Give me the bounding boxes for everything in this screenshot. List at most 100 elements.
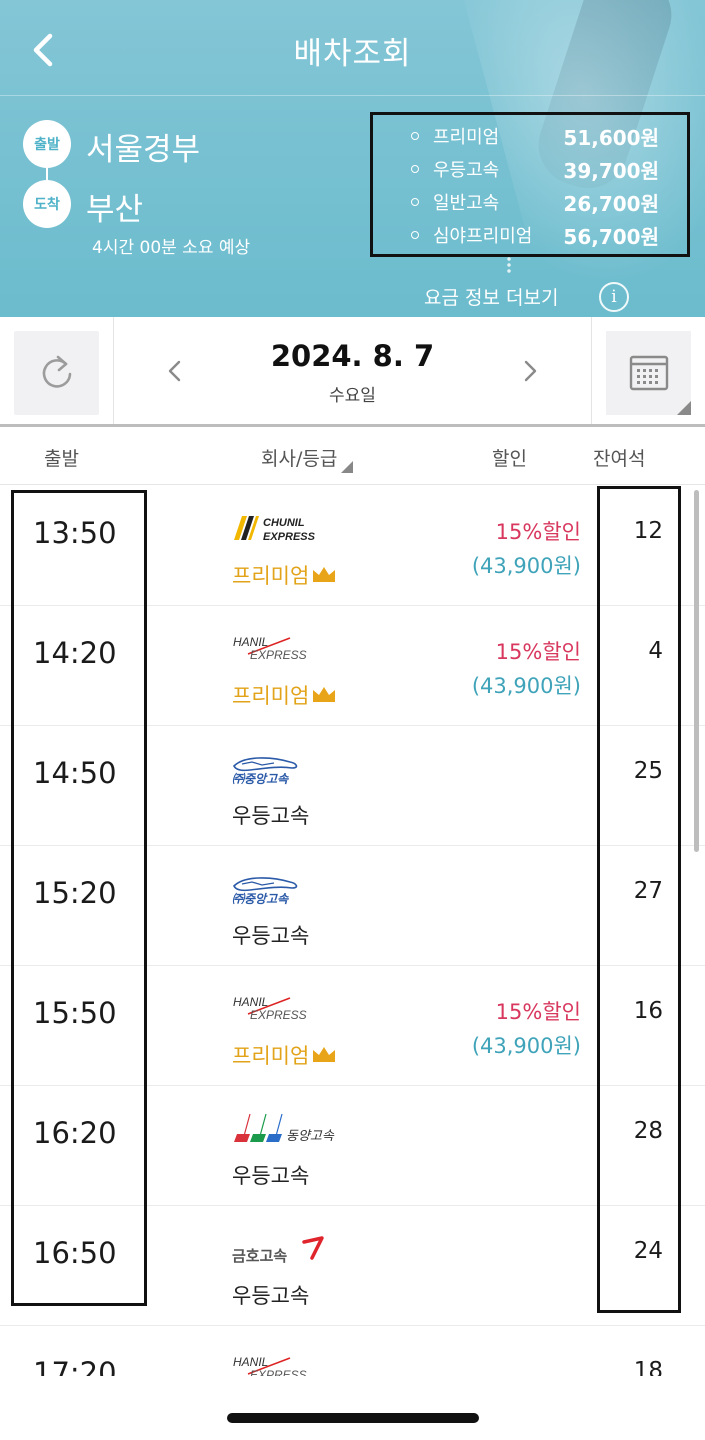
remaining-seats: 25 [633, 758, 663, 784]
logo-text: ㈜중앙고속 [232, 772, 289, 786]
depart-time: 17:20 [33, 1356, 117, 1376]
bottom-safe-area [0, 1376, 705, 1440]
depart-time: 13:50 [33, 516, 117, 550]
remaining-seats: 28 [633, 1118, 663, 1144]
depart-badge: 출발 [23, 120, 71, 168]
depart-time: 15:50 [33, 996, 117, 1030]
fare-row: 우등고속 39,700원 [373, 154, 687, 187]
fare-price: 39,700원 [563, 159, 659, 183]
divider [591, 317, 592, 424]
dropdown-corner-icon [677, 401, 691, 415]
date-selector: 2024. 8. 7 수요일 [0, 317, 705, 427]
chevron-right-icon [524, 360, 537, 382]
schedule-row[interactable]: 15:50 HANIL EXPRESS 프리미엄 15%할인 (43,900원)… [0, 966, 705, 1086]
fare-price: 26,700원 [563, 192, 659, 216]
fare-grade: 심야프리미엄 [433, 226, 533, 247]
logo-text: 동양고속 [286, 1129, 335, 1144]
next-date-button[interactable] [518, 353, 542, 389]
fare-row: 프리미엄 51,600원 [373, 121, 687, 154]
logo-line-1: CHUNIL [263, 517, 305, 529]
schedule-row[interactable]: 13:50 CHUNIL EXPRESS 프리미엄 15%할인 (43,900원… [0, 486, 705, 606]
bullet-icon [411, 231, 419, 239]
travel-duration: 4시간 00분 소요 예상 [92, 238, 251, 258]
discount-rate: 15%할인 [495, 640, 581, 664]
logo-text: ㈜중앙고속 [232, 892, 289, 906]
bus-grade: 우등고속 [232, 1284, 310, 1308]
depart-time: 15:20 [33, 876, 117, 910]
logo-line-1: HANIL [233, 995, 268, 1009]
column-header-company[interactable]: 회사/등급 [261, 444, 354, 473]
depart-time: 14:50 [33, 756, 117, 790]
column-header-depart: 출발 [44, 448, 79, 470]
column-header-discount: 할인 [492, 448, 527, 470]
home-indicator[interactable] [227, 1413, 479, 1423]
fare-grade: 프리미엄 [433, 127, 500, 148]
schedule-row[interactable]: 14:50 ㈜중앙고속 우등고속 25 [0, 726, 705, 846]
discounted-price: (43,900원) [471, 674, 581, 698]
fare-row: 심야프리미엄 56,700원 [373, 220, 687, 253]
remaining-seats: 18 [633, 1358, 663, 1376]
logo-line-1: HANIL [233, 1355, 268, 1369]
crown-icon [313, 687, 336, 702]
selected-date: 2024. 8. 7 [270, 339, 435, 373]
hanil-express-logo: HANIL EXPRESS [233, 995, 307, 1022]
sort-icon [341, 461, 354, 473]
column-header-company-label: 회사/등급 [261, 448, 338, 470]
jungang-express-logo: ㈜중앙고속 [232, 877, 298, 906]
depart-time: 16:20 [33, 1116, 117, 1150]
crown-icon [313, 567, 336, 582]
info-icon[interactable]: i [599, 282, 629, 312]
logo-line-1: HANIL [233, 635, 268, 649]
bus-grade: 프리미엄 [232, 560, 337, 590]
route-connector [46, 168, 48, 180]
top-bar: 배차조회 [0, 0, 705, 95]
fare-info-more-link[interactable]: 요금 정보 더보기 [424, 283, 558, 310]
page-title: 배차조회 [293, 36, 412, 72]
calendar-icon [629, 355, 668, 391]
schedule-row[interactable]: 16:50 금호고속 우등고속 24 [0, 1206, 705, 1326]
discounted-price: (43,900원) [471, 1034, 581, 1058]
crown-icon [313, 1047, 336, 1062]
list-scrollbar[interactable] [694, 490, 699, 852]
schedule-list: 13:50 CHUNIL EXPRESS 프리미엄 15%할인 (43,900원… [0, 486, 705, 1376]
logo-line-2: EXPRESS [250, 1368, 307, 1376]
bus-grade: 프리미엄 [232, 680, 337, 710]
schedule-row[interactable]: 15:20 ㈜중앙고속 우등고속 27 [0, 846, 705, 966]
schedule-row[interactable]: 16:20 동양고속 우등고속 28 [0, 1086, 705, 1206]
bus-grade-label: 프리미엄 [232, 1044, 310, 1068]
bus-grade: 우등고속 [232, 1164, 310, 1188]
fare-price: 56,700원 [563, 225, 659, 249]
fare-summary: 프리미엄 51,600원 우등고속 39,700원 일반고속 26,700원 심… [370, 112, 690, 257]
remaining-seats: 27 [633, 878, 663, 904]
schedule-row[interactable]: 14:20 HANIL EXPRESS 프리미엄 15%할인 (43,900원)… [0, 606, 705, 726]
bullet-icon [411, 198, 419, 206]
bus-grade: 우등고속 [232, 804, 310, 828]
discount-rate: 15%할인 [495, 1000, 581, 1024]
route-header: 배차조회 출발 도착 서울경부 부산 4시간 00분 소요 예상 프리미엄 51… [0, 0, 705, 317]
discount-rate: 15%할인 [495, 520, 581, 544]
kumho-express-logo: 금호고속 [232, 1236, 324, 1265]
bus-grade-label: 프리미엄 [232, 564, 310, 588]
selected-weekday: 수요일 [329, 386, 376, 406]
bus-grade-label: 프리미엄 [232, 684, 310, 708]
bullet-icon [411, 165, 419, 173]
fare-grade: 일반고속 [433, 193, 500, 214]
list-header: 출발 회사/등급 할인 잔여석 [0, 427, 705, 485]
logo-text: 금호고속 [232, 1247, 287, 1265]
column-header-seats: 잔여석 [593, 448, 646, 470]
arrive-city: 부산 [86, 192, 144, 228]
logo-line-2: EXPRESS [250, 1008, 307, 1022]
calendar-button[interactable] [606, 331, 691, 415]
jungang-express-logo: ㈜중앙고속 [232, 757, 298, 786]
remaining-seats: 16 [633, 998, 663, 1024]
more-dots-icon [507, 256, 511, 274]
schedule-row[interactable]: 17:20 HANIL EXPRESS 18 [0, 1326, 705, 1376]
remaining-seats: 12 [633, 518, 663, 544]
bus-grade: 프리미엄 [232, 1040, 337, 1070]
bus-grade: 우등고속 [232, 924, 310, 948]
hanil-express-logo: HANIL EXPRESS [233, 635, 307, 662]
arrive-badge: 도착 [23, 180, 71, 228]
logo-line-2: EXPRESS [263, 531, 316, 543]
dongyang-express-logo: 동양고속 [234, 1113, 335, 1144]
discounted-price: (43,900원) [471, 554, 581, 578]
